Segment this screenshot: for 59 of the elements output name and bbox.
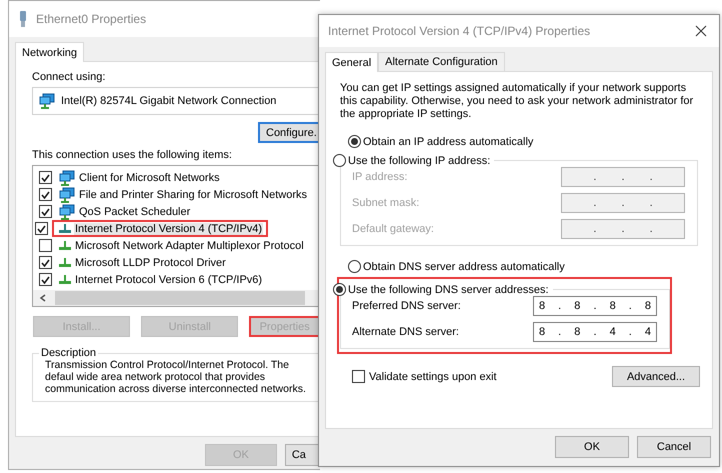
list-item[interactable]: Internet Protocol Version 4 (TCP/IPv4) — [74, 222, 264, 234]
advanced-button[interactable]: Advanced... — [612, 366, 700, 387]
label: This connection uses the following items: — [32, 149, 233, 161]
checkbox[interactable] — [39, 239, 52, 252]
button[interactable]: OK — [555, 436, 629, 458]
tab[interactable]: Alternate Configuration — [378, 52, 505, 71]
network-icon — [39, 93, 55, 109]
network-icon — [59, 204, 75, 220]
radio-button[interactable] — [333, 283, 346, 296]
network-icon — [59, 186, 75, 202]
protocol-icon — [59, 224, 71, 233]
configure-button[interactable]: Configure. — [258, 122, 320, 143]
radio-label[interactable]: Obtain an IP address automatically — [363, 136, 534, 148]
network-icon — [59, 170, 75, 186]
checkbox-label[interactable]: Validate settings upon exit — [369, 370, 497, 382]
field-label: Subnet mask: — [352, 197, 420, 209]
scrollbar[interactable] — [33, 290, 320, 306]
scrollbar-thumb[interactable] — [55, 291, 305, 305]
checkbox[interactable] — [35, 222, 48, 235]
checkbox[interactable] — [352, 370, 365, 383]
list-item[interactable]: Client for Microsoft Networks — [78, 172, 221, 184]
field-label: Default gateway: — [352, 223, 434, 235]
field-label: Preferred DNS server: — [352, 300, 461, 312]
radio-button[interactable] — [348, 135, 361, 148]
ethernet-plug-icon — [18, 10, 28, 28]
tab[interactable]: General — [325, 52, 378, 72]
checkbox[interactable] — [39, 188, 52, 201]
tab[interactable]: Networking — [15, 42, 84, 62]
radio-button[interactable] — [333, 154, 346, 167]
checkbox[interactable] — [39, 205, 52, 218]
list-item[interactable]: QoS Packet Scheduler — [78, 206, 192, 218]
intro-text: You can get IP settings assigned automatically if your network supports this capability. Otherwise, you need to ask your network administrator for the appropriate IP settings. — [340, 82, 694, 121]
adapter-name: Intel(R) 82574L Gigabit Network Connection — [61, 95, 276, 107]
radio-label[interactable]: Use the following DNS server addresses: — [348, 284, 549, 296]
ip-address-field[interactable]: 8 . 8 . 8 . 8 — [533, 296, 657, 316]
window-title: Internet Protocol Version 4 (TCP/IPv4) Properties — [328, 24, 590, 38]
protocol-icon — [59, 275, 71, 284]
radio-button[interactable] — [348, 260, 361, 273]
label: Connect using: — [32, 71, 106, 83]
button[interactable]: Ca — [284, 444, 320, 466]
window-title: Ethernet0 Properties — [36, 12, 146, 26]
close-icon — [695, 25, 707, 37]
checkbox[interactable] — [39, 273, 52, 286]
radio-label[interactable]: Use the following IP address: — [348, 154, 490, 166]
list-item[interactable]: Internet Protocol Version 6 (TCP/IPv6) — [74, 274, 264, 286]
button[interactable]: Cancel — [637, 436, 711, 458]
checkbox[interactable] — [39, 256, 52, 269]
protocol-icon — [59, 258, 71, 267]
protocol-icon — [59, 241, 71, 250]
list-item[interactable]: File and Printer Sharing for Microsoft Networks — [78, 188, 308, 200]
field-label: Alternate DNS server: — [352, 326, 459, 338]
radio-label[interactable]: Obtain DNS server address automatically — [363, 260, 565, 272]
field-label: IP address: — [352, 171, 408, 183]
list-item[interactable]: Microsoft LLDP Protocol Driver — [74, 256, 227, 268]
list-item[interactable]: Microsoft Network Adapter Multiplexor Protocol — [74, 240, 305, 252]
group-title: Description — [41, 347, 96, 359]
ip-address-field[interactable]: 8 . 8 . 4 . 4 — [533, 322, 657, 342]
checkbox[interactable] — [39, 171, 52, 184]
description-text: Transmission Control Protocol/Internet Protocol. The defaul wide area network protocol that provides communication across diverse interconnected networks. — [45, 359, 307, 395]
